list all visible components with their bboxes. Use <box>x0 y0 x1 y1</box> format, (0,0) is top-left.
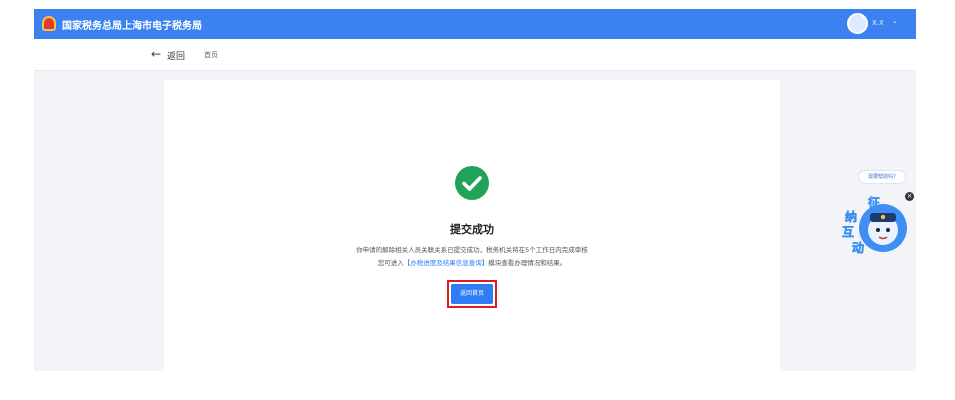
arrow-left-icon[interactable]: ← <box>151 47 161 61</box>
chevron-down-icon[interactable]: ⌄ <box>892 17 898 25</box>
result-panel: 提交成功 你申请的解除相关人员关联关系已提交成功，税务机关将在5个工作日内完成审… <box>164 80 780 371</box>
site-title[interactable]: 国家税务总局上海市电子税务局 <box>62 17 202 32</box>
help-bubble[interactable]: 需要帮助吗? <box>858 170 906 184</box>
mascot-char-1: 征 <box>868 195 880 210</box>
return-home-button[interactable]: 返回首页 <box>451 284 493 304</box>
breadcrumb-home[interactable]: 首页 <box>204 50 218 60</box>
mascot-char-3: 互 <box>842 225 854 239</box>
assistant-mascot[interactable]: 征 纳 互 动 <box>839 192 907 256</box>
progress-query-link[interactable]: 【办税进度及结果信息查询】 <box>404 259 489 267</box>
tax-emblem-icon <box>42 16 56 31</box>
back-button[interactable]: 返回 <box>167 49 185 62</box>
user-avatar-icon[interactable] <box>847 13 868 34</box>
message-suffix: 模块查看办理情况和结果。 <box>488 259 567 267</box>
top-header-bar: 国家税务总局上海市电子税务局 X.X ⌄ <box>34 9 916 39</box>
result-title: 提交成功 <box>450 223 494 236</box>
mascot-char-4: 动 <box>852 241 864 255</box>
close-icon[interactable]: × <box>905 192 914 201</box>
result-message-line2: 您可进入【办税进度及结果信息查询】模块查看办理情况和结果。 <box>164 257 780 267</box>
user-name[interactable]: X.X <box>872 19 884 27</box>
message-prefix: 您可进入 <box>377 259 404 267</box>
sub-navigation-bar: ← 返回 首页 <box>34 39 916 71</box>
mascot-char-2: 纳 <box>845 209 857 224</box>
app-window: 国家税务总局上海市电子税务局 X.X ⌄ ← 返回 首页 提交成功 你申请的解除… <box>34 9 916 371</box>
result-message-line1: 你申请的解除相关人员关联关系已提交成功，税务机关将在5个工作日内完成审核 <box>356 246 588 254</box>
check-circle-icon <box>455 166 489 200</box>
